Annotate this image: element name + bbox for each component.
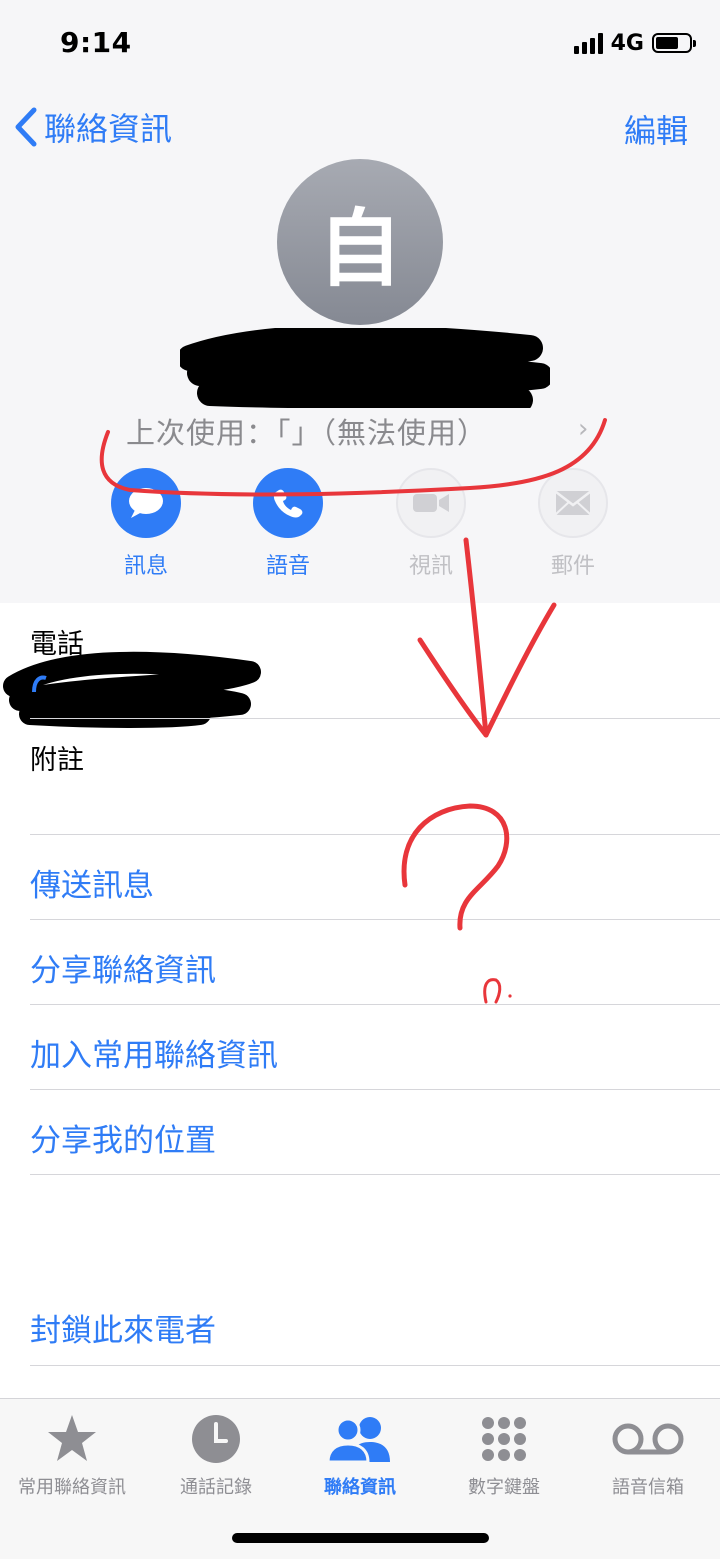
tab-voicemail-label: 語音信箱 [612,1477,684,1498]
battery-icon [652,33,696,53]
edit-button[interactable]: 編輯 [624,106,688,152]
redacted-contact-name [180,328,550,408]
block-caller-link[interactable]: 封鎖此來電者 [30,1305,216,1350]
tab-recents-label: 通話記錄 [180,1477,252,1498]
last-used-label[interactable]: 上次使用：「」（無法使用） [126,410,487,452]
notes-field-label[interactable]: 附註 [30,738,84,777]
separator [30,1004,720,1005]
voicemail-icon [576,1411,720,1467]
tab-recents[interactable]: 通話記錄 [144,1411,288,1499]
envelope-icon [538,468,608,538]
phone-icon [253,468,323,538]
status-time: 9:14 [60,26,132,59]
message-action[interactable]: 訊息 [109,468,183,580]
star-icon [0,1411,144,1467]
tab-contacts[interactable]: 聯絡資訊 [288,1411,432,1499]
cellular-signal-icon [573,32,603,54]
separator [30,834,720,835]
tab-keypad-label: 數字鍵盤 [468,1477,540,1498]
add-favorite-link[interactable]: 加入常用聯絡資訊 [30,1030,278,1075]
mail-action-label: 郵件 [550,554,595,579]
chevron-left-icon [15,107,37,147]
share-location-link[interactable]: 分享我的位置 [30,1115,216,1160]
mail-action[interactable]: 郵件 [536,468,610,580]
tab-favorites-label: 常用聯絡資訊 [18,1477,126,1498]
clock-icon [144,1411,288,1467]
tab-favorites[interactable]: 常用聯絡資訊 [0,1411,144,1499]
voice-call-action-label: 語音 [265,554,310,579]
separator [30,1365,720,1366]
share-contact-link[interactable]: 分享聯絡資訊 [30,945,216,990]
tab-voicemail[interactable]: 語音信箱 [576,1411,720,1499]
keypad-icon [432,1411,576,1467]
video-camera-icon [396,468,466,538]
network-type: 4G [610,30,644,56]
home-indicator[interactable] [232,1533,489,1543]
separator [30,1089,720,1090]
message-action-label: 訊息 [123,554,168,579]
separator [30,718,720,719]
send-message-link[interactable]: 傳送訊息 [30,860,154,905]
tab-keypad[interactable]: 數字鍵盤 [432,1411,576,1499]
avatar-initial: 自 [317,199,402,298]
redacted-phone-number [3,651,261,728]
video-call-action-label: 視訊 [408,554,453,579]
contacts-people-icon [288,1411,432,1467]
back-button-label: 聯絡資訊 [44,110,173,148]
message-bubble-icon [111,468,181,538]
back-button[interactable]: 聯絡資訊 [14,104,172,150]
tab-contacts-label: 聯絡資訊 [324,1477,396,1498]
separator [30,1174,720,1175]
voice-call-action[interactable]: 語音 [251,468,325,580]
contact-avatar: 自 [277,159,443,325]
separator [30,919,720,920]
chevron-right-icon[interactable]: › [578,414,588,444]
status-indicators: 4G [573,30,696,56]
video-call-action[interactable]: 視訊 [394,468,468,580]
